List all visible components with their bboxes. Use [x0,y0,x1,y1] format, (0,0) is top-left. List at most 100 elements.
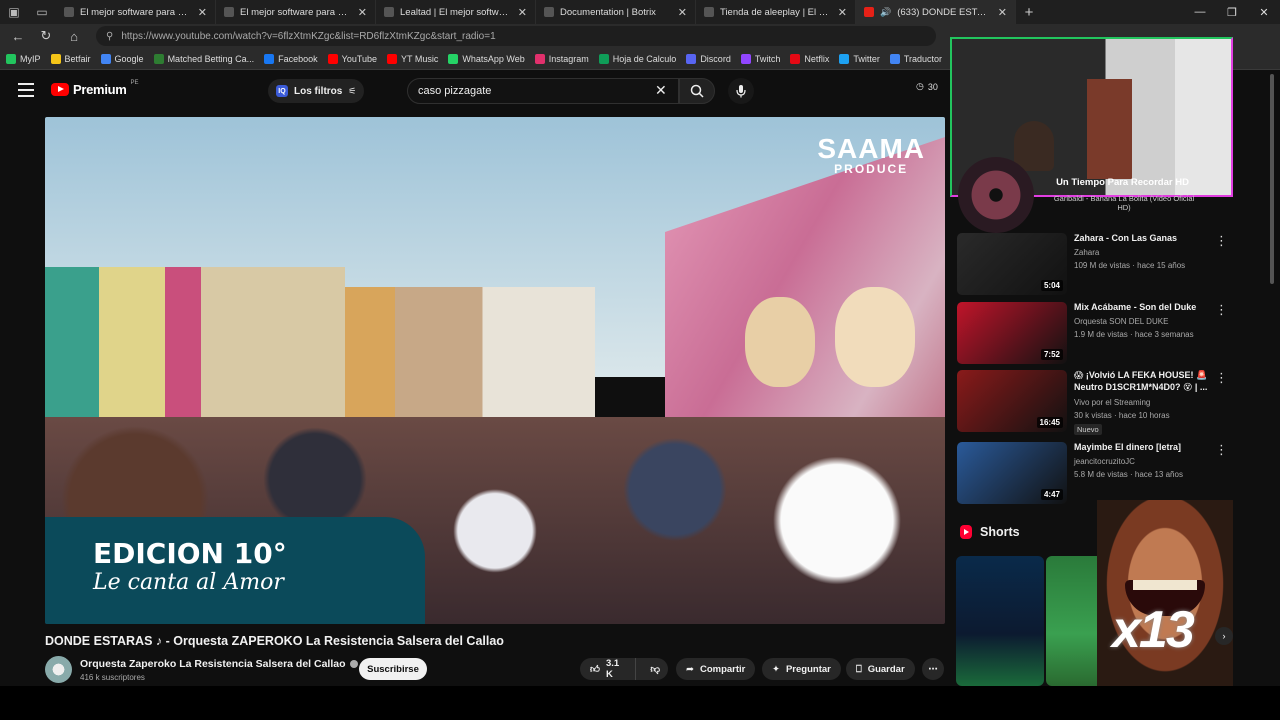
bookmark-item[interactable]: Matched Betting Ca... [153,53,254,64]
more-vert-icon[interactable]: ⋮ [1215,302,1228,318]
recommended-video[interactable]: 7:52 Mix Acábame - Son del Duke Orquesta S… [957,302,1237,366]
browser-tab[interactable]: Tienda de aleeplay | El mejor softw✕ [696,0,856,24]
close-tab-icon[interactable]: ✕ [358,6,367,19]
video-thumbnail[interactable]: 7:52 [957,302,1067,364]
tab-favicon-icon [224,7,234,17]
url-field[interactable]: ⚲ https://www.youtube.com/watch?v=6flzXt… [96,26,936,46]
video-thumbnail[interactable]: 4:47 [957,442,1067,504]
maximize-icon[interactable]: ❐ [1216,0,1248,24]
bookmark-item[interactable]: Twitter [839,53,880,64]
short-thumbnail[interactable] [956,556,1044,686]
home-icon[interactable]: ⌂ [62,25,86,47]
vinyl-disc-icon [958,157,1034,233]
like-button[interactable]: 👍︎ 3.1 K [580,658,637,680]
speaker-icon[interactable]: 🔊 [880,7,891,18]
bookmark-favicon-icon [100,53,111,64]
bookmark-item[interactable]: MyIP [6,53,41,64]
voice-search-button[interactable] [728,78,754,104]
share-button[interactable]: ➦ Compartir [676,658,756,680]
recommended-video[interactable]: 4:47 Mayimbe El dinero [letra] jeancitocru… [957,442,1237,506]
share-icon: ➦ [686,663,694,675]
workspaces-icon[interactable]: ▣ [0,0,28,24]
more-vert-icon[interactable]: ⋮ [1215,442,1228,458]
youtube-header: Premium PE IQ Los filtros ⚟ caso pizzaga… [0,70,960,112]
subscribe-button[interactable]: Suscribirse [359,658,427,680]
recommended-channel[interactable]: Zahara [1074,248,1099,257]
recommended-channel[interactable]: Orquesta SON DEL DUKE [1074,317,1168,326]
recommended-title[interactable]: Mayimbe El dinero [letra] [1074,442,1214,454]
bookmark-item[interactable]: Hoja de Calculo [598,53,676,64]
tab-actions-icon[interactable]: ▭ [28,0,56,24]
dislike-button[interactable]: 👎︎ [642,663,668,675]
more-actions-button[interactable]: ⋯ [922,658,944,680]
recommended-channel[interactable]: jeancitocruzitoJC [1074,457,1135,466]
video-thumbnail[interactable]: 5:04 [957,233,1067,295]
more-vert-icon[interactable]: ⋮ [1215,370,1228,386]
channel-name[interactable]: Orquesta Zaperoko La Resistencia Salsera… [80,658,358,670]
tab-favicon-icon [384,7,394,17]
video-frame-mural-face [835,287,915,387]
browser-tab[interactable]: El mejor software para potenciar✕ [56,0,216,24]
recommended-video[interactable]: 16:45 😱 ¡Volvió LA FEKA HOUSE! 🚨 Neutro D… [957,370,1237,435]
scrollbar-thumb[interactable] [1270,74,1274,284]
bookmark-item[interactable]: Betfair [50,53,91,64]
bookmark-favicon-icon [790,53,801,64]
recommended-title[interactable]: Mix Acábame - Son del Duke [1074,302,1214,314]
hamburger-menu-icon[interactable] [18,83,34,97]
shorts-icon [960,525,972,539]
close-tab-icon[interactable]: ✕ [198,6,207,19]
bookmark-item[interactable]: Discord [686,53,731,64]
search-input[interactable]: caso pizzagate [407,78,679,104]
ask-button[interactable]: ✦ Preguntar [762,658,841,680]
bookmark-item[interactable]: Twitch [740,53,780,64]
bookmark-item[interactable]: Facebook [264,53,318,64]
clear-search-icon[interactable]: ✕ [655,82,667,99]
close-window-icon[interactable]: ✕ [1248,0,1280,24]
browser-tab[interactable]: El mejor software para potenciar✕ [216,0,376,24]
video-thumbnail[interactable]: 16:45 [957,370,1067,432]
reload-icon[interactable]: ↻ [34,25,58,47]
recommended-channel[interactable]: Vivo por el Streaming [1074,398,1150,407]
bookmark-item[interactable]: Instagram [534,53,589,64]
save-button[interactable]: ⎕ Guardar [846,658,915,680]
close-tab-icon[interactable]: ✕ [998,6,1007,19]
bookmark-item[interactable]: Netflix [790,53,829,64]
browser-tab[interactable]: Lealtad | El mejor software para p✕ [376,0,536,24]
bookmark-favicon-icon [387,53,398,64]
browser-tab-active[interactable]: 🔊(633) DONDE ESTARAS ♪ - O✕ [856,0,1016,24]
minimize-icon[interactable]: — [1184,0,1216,24]
browser-tab[interactable]: Documentation | Botrix ✕ [536,0,696,24]
bookmark-item[interactable]: Traductor [889,53,942,64]
close-tab-icon[interactable]: ✕ [678,6,687,19]
timer-indicator[interactable]: ◷ 30 [916,81,938,92]
close-tab-icon[interactable]: ✕ [518,6,527,19]
recommended-title[interactable]: Zahara - Con Las Ganas [1074,233,1214,245]
bookmark-item[interactable]: YouTube [327,53,377,64]
recommended-meta: 30 k vistas · hace 10 horas [1074,411,1170,420]
youtube-premium-logo[interactable]: Premium PE [51,80,139,97]
shorts-next-button[interactable]: › [1215,627,1233,645]
youtube-favicon-icon [864,7,874,17]
site-info-icon[interactable]: ⚲ [106,31,113,42]
video-player[interactable]: SAAMA PRODUCE EDICION 10° Le canta al Am… [45,117,945,624]
sliders-icon: ⚟ [348,85,357,96]
bookmark-item[interactable]: Google [100,53,144,64]
page-scrollbar[interactable] [1268,74,1276,678]
bookmark-item[interactable]: YT Music [387,53,438,64]
meme-counter-text: x13 [1112,601,1195,659]
back-icon[interactable]: ← [6,25,30,47]
close-tab-icon[interactable]: ✕ [838,6,847,19]
verified-icon [349,660,358,668]
channel-avatar[interactable] [45,656,72,683]
recommended-title[interactable]: 😱 ¡Volvió LA FEKA HOUSE! 🚨 Neutro D1SCR1… [1074,370,1214,393]
bookmark-favicon-icon [740,53,751,64]
more-vert-icon[interactable]: ⋮ [1215,233,1228,249]
bookmark-item[interactable]: WhatsApp Web [448,53,525,64]
recommended-video[interactable]: 5:04 Zahara - Con Las Ganas Zahara 109 M de… [957,233,1237,297]
new-tab-button[interactable]: + [1016,4,1042,21]
bookmark-favicon-icon [448,53,459,64]
filters-pill[interactable]: IQ Los filtros ⚟ [268,79,365,103]
microphone-icon [736,85,746,98]
bookmark-favicon-icon [264,53,275,64]
search-button[interactable] [679,78,715,104]
